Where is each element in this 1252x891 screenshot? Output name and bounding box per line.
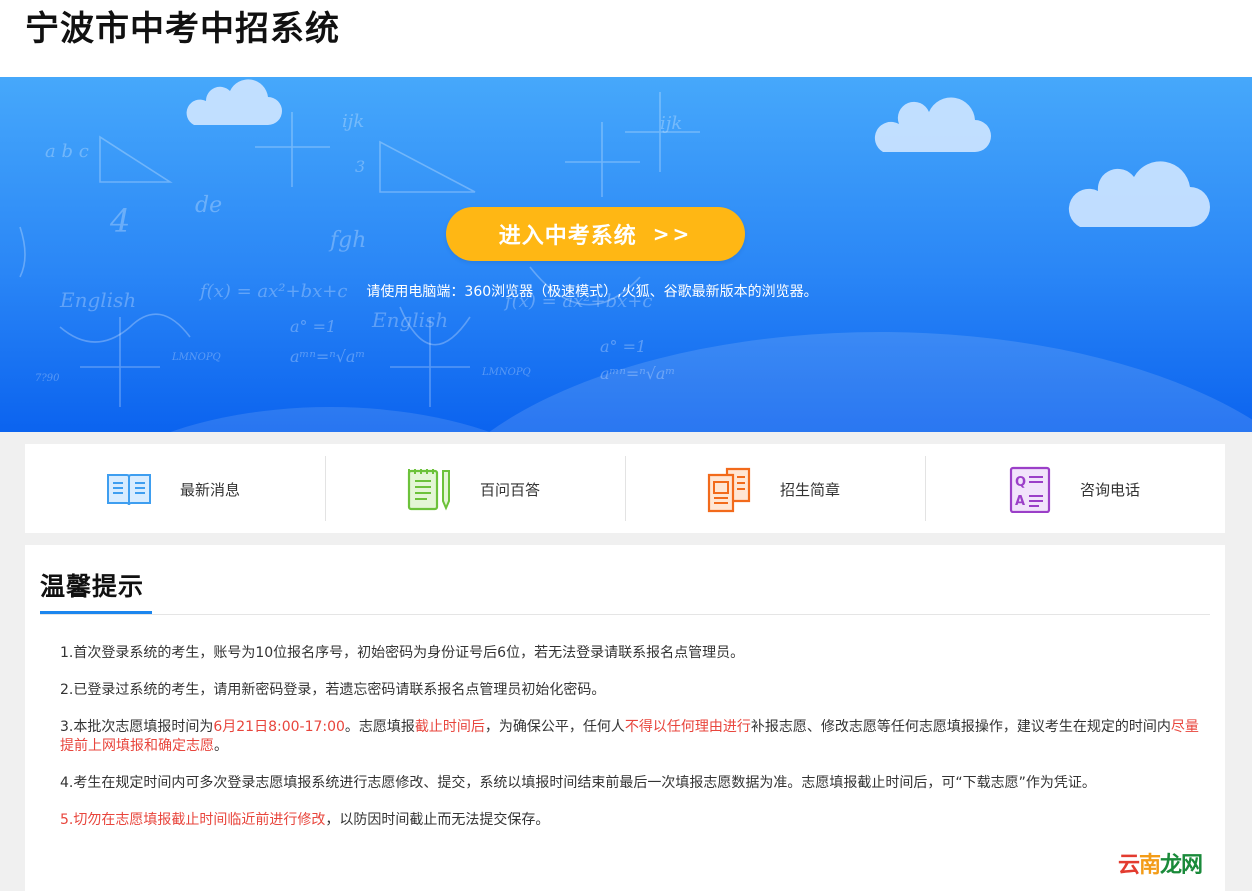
- tip-text: 。: [214, 738, 228, 754]
- tip-item-1: 1.首次登录系统的考生，账号为10位报名序号，初始密码为身份证号后6位，若无法登…: [60, 645, 745, 661]
- tip-highlight: 6月21日8:00-17:00: [213, 719, 345, 735]
- tip-item-5: 5.切勿在志愿填报截止时间临近前进行修改，以防因时间截止而无法提交保存。: [60, 811, 1210, 830]
- svg-text:de: de: [195, 193, 222, 218]
- nav-item-faq[interactable]: 百问百答: [325, 444, 625, 533]
- svg-text:fgh: fgh: [328, 228, 366, 253]
- svg-text:A: A: [1015, 494, 1025, 509]
- tip-highlight: 截止时间后: [414, 719, 485, 735]
- tip-text: 。志愿填报: [344, 719, 415, 735]
- svg-text:7?90: 7?90: [35, 373, 60, 384]
- watermark-part: 南: [1139, 853, 1161, 878]
- enter-exam-system-button[interactable]: 进入中考系统 >>: [446, 207, 745, 261]
- svg-text:aᵐⁿ=ⁿ√aᵐ: aᵐⁿ=ⁿ√aᵐ: [600, 364, 675, 383]
- quick-nav-panel: 最新消息 百问百答 招生简章 Q A 咨询电话: [25, 444, 1225, 533]
- tip-highlight: 不得以任何理由进行: [624, 719, 751, 735]
- svg-text:a b c: a b c: [45, 141, 89, 162]
- nav-item-admission-brochure[interactable]: 招生简章: [625, 444, 925, 533]
- svg-text:LMNOPQ: LMNOPQ: [481, 367, 531, 378]
- brochure-icon: [707, 467, 751, 513]
- svg-text:English: English: [371, 308, 448, 332]
- watermark-logo: 云南龙网: [1118, 847, 1203, 879]
- tips-title: 温馨提示: [40, 572, 145, 601]
- tip-item-4: 4.考生在规定时间内可多次登录志愿填报系统进行志愿修改、提交，系统以填报时间结束…: [60, 775, 1096, 791]
- site-title: 宁波市中考中招系统: [25, 9, 340, 49]
- nav-item-latest-news[interactable]: 最新消息: [25, 444, 325, 533]
- browser-requirement-note: 请使用电脑端：360浏览器（极速模式）,火狐、谷歌最新版本的浏览器。: [366, 284, 818, 300]
- nav-label: 招生简章: [780, 481, 841, 499]
- svg-text:4: 4: [109, 202, 130, 240]
- tip-text: ，为确保公平，任何人: [484, 719, 625, 735]
- nav-item-consult-phone[interactable]: Q A 咨询电话: [925, 444, 1225, 533]
- svg-text:Q: Q: [1015, 475, 1026, 490]
- book-icon: [107, 474, 151, 506]
- watermark-part: 云: [1118, 853, 1140, 878]
- watermark-part: 龙网: [1160, 853, 1203, 878]
- nav-label: 最新消息: [180, 481, 241, 499]
- nav-label: 百问百答: [480, 481, 541, 499]
- svg-text:3: 3: [355, 157, 365, 176]
- enter-button-label: 进入中考系统: [498, 224, 637, 249]
- svg-text:a° =1: a° =1: [600, 337, 646, 356]
- tips-panel: 温馨提示 1.首次登录系统的考生，账号为10位报名序号，初始密码为身份证号后6位…: [25, 545, 1225, 891]
- notepad-pencil-icon: [407, 469, 450, 511]
- svg-text:LMNOPQ: LMNOPQ: [171, 352, 221, 363]
- top-header-bar: 宁波市中考中招系统: [0, 0, 1252, 77]
- svg-text:ijk: ijk: [342, 111, 364, 132]
- tip-text: 补报志愿、修改志愿等任何志愿填报操作，建议考生在规定的时间内: [750, 719, 1171, 735]
- svg-text:aᵐⁿ=ⁿ√aᵐ: aᵐⁿ=ⁿ√aᵐ: [290, 347, 365, 366]
- tip-text: 3.本批次志愿填报时间为: [60, 719, 214, 735]
- tips-list: 1.首次登录系统的考生，账号为10位报名序号，初始密码为身份证号后6位，若无法登…: [60, 644, 1210, 848]
- tip-highlight: 5.切勿在志愿填报截止时间临近前进行修改: [60, 812, 326, 828]
- divider: [40, 614, 1210, 615]
- tip-item-3: 3.本批次志愿填报时间为6月21日8:00-17:00。志愿填报截止时间后，为确…: [60, 718, 1210, 756]
- hero-banner: a b c ijk ijk 3 4 de fgh f(x) = ax²+bx+c…: [0, 77, 1252, 432]
- svg-text:ijk: ijk: [660, 113, 682, 134]
- double-chevron-right-icon: >>: [652, 222, 693, 246]
- nav-label: 咨询电话: [1080, 481, 1141, 499]
- qa-icon: Q A: [1009, 466, 1051, 513]
- tip-item-2: 2.已登录过系统的考生，请用新密码登录，若遗忘密码请联系报名点管理员初始化密码。: [60, 682, 606, 698]
- tip-text: ，以防因时间截止而无法提交保存。: [325, 812, 550, 828]
- svg-text:a° =1: a° =1: [290, 317, 336, 336]
